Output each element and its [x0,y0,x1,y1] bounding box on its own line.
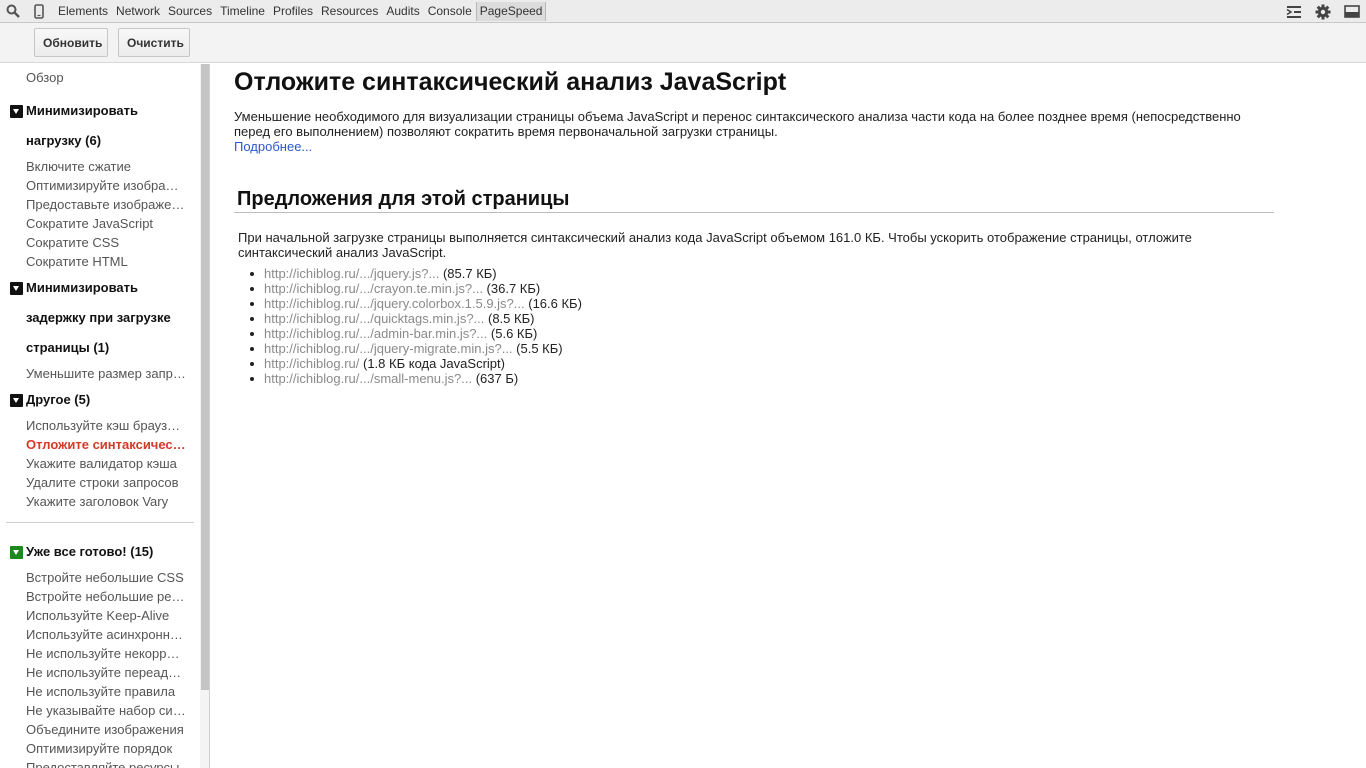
sidebar-rule-item[interactable]: Оптимизируйте изображения [26,178,186,194]
resource-link[interactable]: http://ichiblog.ru/.../admin-bar.min.js?… [264,326,487,341]
list-item: http://ichiblog.ru/ (1.8 КБ кода JavaScr… [250,356,582,371]
list-item: http://ichiblog.ru/.../crayon.te.min.js?… [250,281,582,296]
resource-size: (85.7 КБ) [439,266,497,281]
sidebar-rule-item[interactable]: Сократите JavaScript [26,216,186,232]
tab-timeline[interactable]: Timeline [216,0,269,23]
collapse-arrow-icon[interactable] [10,394,23,407]
heading-divider [234,212,1274,213]
sidebar-rule-item[interactable]: Предоставляйте ресурсы [26,760,186,768]
tab-elements[interactable]: Elements [54,0,112,23]
sidebar-rule-item[interactable]: Сократите HTML [26,254,186,270]
panel-tabs: Elements Network Sources Timeline Profil… [54,0,547,23]
tab-sources[interactable]: Sources [164,0,216,23]
learn-more-link[interactable]: Подробнее... [234,139,312,154]
resource-link[interactable]: http://ichiblog.ru/.../small-menu.js?... [264,371,472,386]
sidebar-rule-item[interactable]: Включите сжатие [26,159,186,175]
tab-resources[interactable]: Resources [317,0,382,23]
sidebar-rule-item[interactable]: Укажите заголовок Vary [26,494,186,510]
refresh-button[interactable]: Обновить [34,28,108,57]
dock-side-icon[interactable] [1337,0,1366,23]
sidebar-divider [6,522,194,523]
sidebar-rule-item[interactable]: Предоставьте изображения [26,197,186,213]
search-icon[interactable] [0,0,26,23]
sidebar-rule-item[interactable]: Удалите строки запросов [26,475,186,491]
sidebar-group-title[interactable]: страницы (1) [26,340,196,356]
sidebar-rule-item[interactable]: Не используйте некорректные [26,646,186,662]
clear-button[interactable]: Очистить [118,28,190,57]
resource-size: (1.8 КБ кода JavaScript) [359,356,505,371]
list-item: http://ichiblog.ru/.../jquery.js?... (85… [250,266,582,281]
resource-link[interactable]: http://ichiblog.ru/.../jquery.colorbox.1… [264,296,525,311]
tab-audits[interactable]: Audits [382,0,423,23]
gear-icon[interactable] [1308,0,1337,23]
list-item: http://ichiblog.ru/.../jquery-migrate.mi… [250,341,582,356]
resource-link[interactable]: http://ichiblog.ru/.../jquery-migrate.mi… [264,341,513,356]
sidebar-group-title[interactable]: задержку при загрузке [26,310,196,326]
sidebar-rule-item-selected[interactable]: Отложите синтаксический анализ [26,437,186,453]
sidebar-rule-item[interactable]: Используйте Keep-Alive [26,608,186,624]
rules-sidebar: Обзор Минимизировать нагрузку (6) Включи… [0,64,210,768]
list-item: http://ichiblog.ru/.../admin-bar.min.js?… [250,326,582,341]
sidebar-group-title[interactable]: Другое (5) [26,392,196,408]
collapse-arrow-icon[interactable] [10,282,23,295]
rule-details-panel: Отложите синтаксический анализ JavaScrip… [211,64,1366,768]
sidebar-rule-item[interactable]: Используйте кэш браузера [26,418,186,434]
collapse-arrow-icon[interactable] [10,546,23,559]
pagespeed-toolbar: Обновить Очистить [0,23,1366,63]
sidebar-rule-item[interactable]: Не указывайте набор символов [26,703,186,719]
sidebar-group-title[interactable]: Уже все готово! (15) [26,544,196,560]
sidebar-rule-item[interactable]: Укажите валидатор кэша [26,456,186,472]
sidebar-rule-item[interactable]: Не используйте переадресацию [26,665,186,681]
list-item: http://ichiblog.ru/.../quicktags.min.js?… [250,311,582,326]
list-item: http://ichiblog.ru/.../jquery.colorbox.1… [250,296,582,311]
sidebar-rule-item[interactable]: Уменьшите размер запросов [26,366,186,382]
resource-size: (8.5 КБ) [484,311,535,326]
tab-console[interactable]: Console [424,0,476,23]
list-item: http://ichiblog.ru/.../small-menu.js?...… [250,371,582,386]
sidebar-scrollbar[interactable] [200,64,209,768]
sidebar-rule-item[interactable]: Оптимизируйте порядок [26,741,186,757]
resource-size: (637 Б) [472,371,519,386]
resource-list: http://ichiblog.ru/.../jquery.js?... (85… [250,266,582,386]
tab-network[interactable]: Network [112,0,164,23]
tab-profiles[interactable]: Profiles [269,0,317,23]
resource-link[interactable]: http://ichiblog.ru/.../crayon.te.min.js?… [264,281,483,296]
resource-size: (5.5 КБ) [512,341,563,356]
rule-description: Уменьшение необходимого для визуализации… [234,109,1241,139]
sidebar-item-overview[interactable]: Обзор [26,70,186,86]
mobile-device-icon[interactable] [26,0,52,23]
resource-link[interactable]: http://ichiblog.ru/.../quicktags.min.js?… [264,311,484,326]
sidebar-group-title[interactable]: Минимизировать [26,280,196,296]
devtools-tabbar: Elements Network Sources Timeline Profil… [0,0,1366,23]
resource-link[interactable]: http://ichiblog.ru/.../jquery.js?... [264,266,439,281]
sidebar-rule-item[interactable]: Не используйте правила [26,684,186,700]
page-title: Отложите синтаксический анализ JavaScrip… [234,68,787,96]
sidebar-group-title[interactable]: нагрузку (6) [26,133,196,149]
collapse-arrow-icon[interactable] [10,105,23,118]
resource-link[interactable]: http://ichiblog.ru/ [264,356,359,371]
sidebar-rule-item[interactable]: Встройте небольшие ресурсы [26,589,186,605]
scrollbar-thumb[interactable] [201,64,209,690]
sidebar-rule-item[interactable]: Объедините изображения [26,722,186,738]
tab-pagespeed[interactable]: PageSpeed [475,1,547,21]
resource-size: (16.6 КБ) [524,296,582,311]
sidebar-rule-item[interactable]: Сократите CSS [26,235,186,251]
resource-size: (36.7 КБ) [482,281,541,296]
sidebar-rule-item[interactable]: Встройте небольшие CSS [26,570,186,586]
suggestions-text: При начальной загрузке страницы выполняе… [238,230,1192,260]
suggestions-heading: Предложения для этой страницы [237,188,570,210]
show-drawer-icon[interactable] [1279,0,1308,23]
sidebar-rule-item[interactable]: Используйте асинхронные [26,627,186,643]
sidebar-group-title[interactable]: Минимизировать [26,103,196,119]
resource-size: (5.6 КБ) [487,326,538,341]
